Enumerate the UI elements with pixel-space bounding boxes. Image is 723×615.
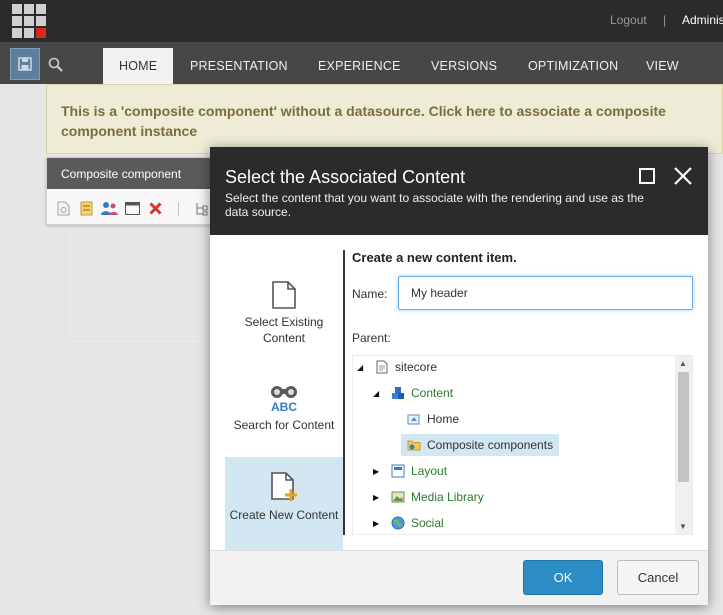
new-document-icon bbox=[271, 472, 297, 501]
component-toolbar: Composite component bbox=[46, 157, 216, 225]
folder-icon bbox=[407, 440, 421, 451]
name-input[interactable] bbox=[398, 276, 693, 310]
ribbon: HOME PRESENTATION EXPERIENCE VERSIONS OP… bbox=[0, 42, 723, 342]
globe-icon bbox=[391, 516, 405, 530]
expand-arrow-icon[interactable]: ▶ bbox=[373, 467, 383, 476]
tab-presentation[interactable]: PRESENTATION bbox=[190, 48, 288, 84]
window-icon[interactable] bbox=[124, 200, 141, 217]
collapse-arrow-icon[interactable]: ◢ bbox=[373, 389, 383, 398]
tree-node-sitecore[interactable]: ◢ sitecore bbox=[357, 356, 437, 378]
close-icon[interactable] bbox=[672, 165, 694, 187]
edit-datasource-icon[interactable] bbox=[78, 200, 95, 217]
tree-node-media-library[interactable]: ▶ Media Library bbox=[373, 486, 484, 508]
tab-view[interactable]: VIEW bbox=[646, 48, 679, 84]
user-name[interactable]: Administrator bbox=[682, 13, 723, 27]
scrollbar-thumb[interactable] bbox=[678, 372, 689, 482]
tree-node-content[interactable]: ◢ Content bbox=[373, 382, 453, 404]
dialog-body: Select Existing Content ABC Search for C… bbox=[210, 235, 708, 553]
image-icon bbox=[391, 491, 405, 503]
tab-optimization[interactable]: OPTIMIZATION bbox=[528, 48, 618, 84]
dialog-footer: OK Cancel bbox=[210, 550, 708, 605]
dialog-subtitle: Select the content that you want to asso… bbox=[225, 191, 644, 219]
ok-button[interactable]: OK bbox=[523, 560, 603, 595]
datasource-warning-banner[interactable]: This is a 'composite component' without … bbox=[46, 84, 723, 154]
collapse-arrow-icon[interactable]: ◢ bbox=[357, 363, 367, 372]
tab-experience[interactable]: EXPERIENCE bbox=[318, 48, 401, 84]
name-label: Name: bbox=[352, 287, 388, 301]
expand-arrow-icon[interactable]: ▶ bbox=[373, 493, 383, 502]
component-toolbar-title: Composite component bbox=[47, 158, 215, 189]
expand-arrow-icon[interactable]: ▶ bbox=[373, 519, 383, 528]
tab-home[interactable]: HOME bbox=[103, 48, 174, 84]
select-existing-content-label: Select Existing Content bbox=[244, 315, 324, 345]
svg-text:ABC: ABC bbox=[271, 400, 297, 413]
associate-content-icon[interactable] bbox=[55, 200, 72, 217]
content-cubes-icon bbox=[392, 387, 404, 399]
dialog-header: Select the Associated Content Select the… bbox=[210, 147, 708, 235]
pane-divider bbox=[343, 250, 345, 535]
dialog-title: Select the Associated Content bbox=[225, 167, 466, 187]
tree-structure-icon[interactable] bbox=[193, 200, 210, 217]
search-for-content-option[interactable]: ABC Search for Content bbox=[225, 365, 343, 457]
toolbar-divider bbox=[170, 200, 187, 217]
tree-scrollbar[interactable]: ▲ ▼ bbox=[675, 356, 692, 534]
create-content-title: Create a new content item. bbox=[352, 250, 517, 265]
topbar-separator: | bbox=[663, 13, 667, 27]
home-page-icon bbox=[407, 414, 420, 425]
content-mode-selector: Select Existing Content ABC Search for C… bbox=[225, 250, 343, 553]
scroll-up-icon[interactable]: ▲ bbox=[679, 359, 687, 368]
select-associated-content-dialog: Select the Associated Content Select the… bbox=[210, 147, 708, 605]
create-new-content-label: Create New Content bbox=[229, 508, 339, 522]
remove-icon[interactable] bbox=[147, 200, 164, 217]
save-button[interactable] bbox=[10, 48, 40, 80]
parent-tree: ◢ sitecore ◢ Content Home Composite comp… bbox=[352, 355, 693, 535]
search-icon bbox=[48, 57, 63, 72]
top-bar: Logout | Administrator bbox=[0, 0, 723, 42]
logout-link[interactable]: Logout bbox=[610, 13, 647, 27]
tree-node-layout[interactable]: ▶ Layout bbox=[373, 460, 447, 482]
tree-node-home[interactable]: Home bbox=[407, 408, 459, 430]
select-existing-content-option[interactable]: Select Existing Content bbox=[225, 265, 343, 357]
maximize-icon[interactable] bbox=[639, 168, 655, 184]
create-content-pane: Create a new content item. Name: Parent: bbox=[352, 250, 695, 345]
create-new-content-option[interactable]: Create New Content bbox=[225, 457, 343, 553]
scroll-down-icon[interactable]: ▼ bbox=[679, 522, 687, 531]
cancel-button[interactable]: Cancel bbox=[617, 560, 699, 595]
tree-node-composite-components[interactable]: Composite components bbox=[401, 434, 560, 456]
binoculars-abc-icon: ABC bbox=[271, 386, 297, 413]
tab-versions[interactable]: VERSIONS bbox=[431, 48, 497, 84]
sitecore-logo-icon[interactable] bbox=[12, 4, 46, 38]
search-for-content-label: Search for Content bbox=[233, 418, 335, 432]
personalize-icon[interactable] bbox=[101, 200, 118, 217]
search-button[interactable] bbox=[40, 48, 70, 80]
parent-label: Parent: bbox=[352, 331, 391, 345]
document-icon bbox=[272, 281, 296, 309]
root-document-icon bbox=[376, 360, 388, 374]
save-icon bbox=[18, 57, 32, 71]
tree-node-social[interactable]: ▶ Social bbox=[373, 512, 444, 534]
layout-icon bbox=[391, 464, 405, 478]
